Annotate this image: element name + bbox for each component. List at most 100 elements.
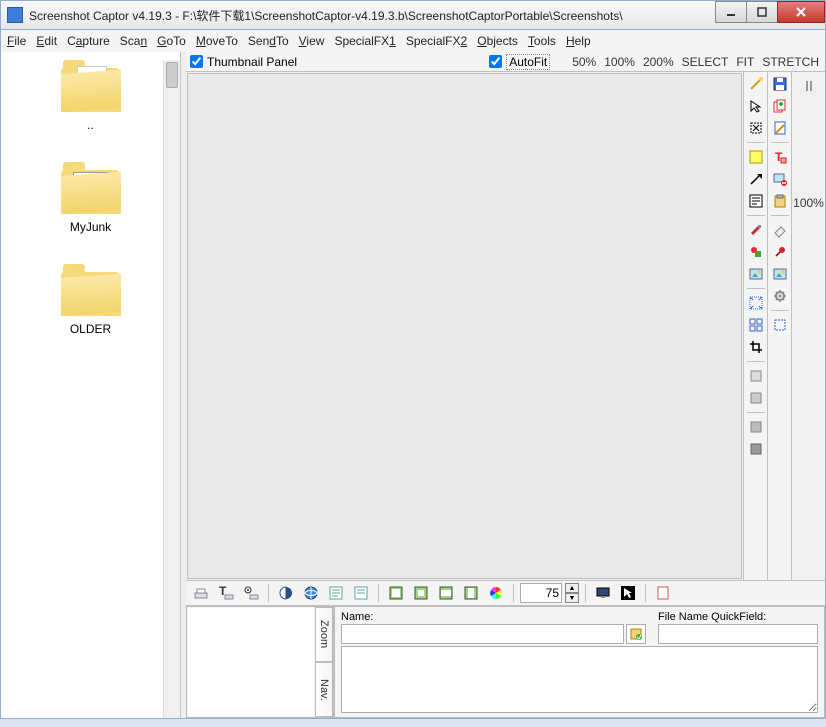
text-scan-icon[interactable]: T [215,582,237,604]
menu-help[interactable]: Help [566,34,591,48]
menu-objects[interactable]: Objects [477,34,518,48]
zoom-nav-preview[interactable] [188,608,314,716]
minimize-button[interactable] [715,1,747,23]
quickfield-input[interactable] [658,624,818,644]
right-area: Thumbnail Panel AutoFit 50% 100% 200% SE… [186,52,825,718]
image-icon[interactable] [746,264,766,284]
color-wheel-icon[interactable] [485,582,507,604]
folder-label: OLDER [70,322,111,336]
zoom-200[interactable]: 200% [643,55,674,69]
layer2-icon[interactable] [746,388,766,408]
contrast-icon[interactable] [275,582,297,604]
canvas-row: T 100% [186,72,825,580]
folder-icon [59,264,123,316]
copy-plus-icon[interactable] [770,96,790,116]
blank-doc-icon[interactable] [652,582,674,604]
menu-scan[interactable]: Scan [120,34,147,48]
doc-lines-icon[interactable] [325,582,347,604]
globe-icon[interactable] [300,582,322,604]
wand-icon[interactable] [746,74,766,94]
select-rect-icon[interactable] [746,118,766,138]
tab-nav[interactable]: Nav. [315,662,333,717]
menu-sfx1[interactable]: SpecialFX1 [334,34,395,48]
maximize-button[interactable] [746,1,778,23]
zoom-100[interactable]: 100% [604,55,635,69]
autofit-checkbox[interactable] [489,55,502,68]
menu-view[interactable]: View [299,34,325,48]
folder-label: MyJunk [70,220,111,234]
scroll-thumb[interactable] [166,62,178,88]
folder-icon [59,162,123,214]
thumbnail-bar: Thumbnail Panel AutoFit 50% 100% 200% SE… [186,52,825,72]
shapes-icon[interactable] [746,242,766,262]
zoom-nav-panel: Zoom Nav. [186,606,334,718]
name-input[interactable] [341,624,624,644]
folder-icon [59,60,123,112]
color-yellow-icon[interactable] [746,147,766,167]
spin-up[interactable]: ▲ [565,583,579,593]
scanner-icon[interactable] [190,582,212,604]
arrow-tool-icon[interactable] [746,169,766,189]
pin-icon[interactable] [770,242,790,262]
folder-item-myjunk[interactable]: MyJunk [1,162,180,234]
gear-icon[interactable] [770,286,790,306]
layer1-icon[interactable] [746,366,766,386]
name-rename-button[interactable] [626,624,646,644]
edit-doc-icon[interactable] [770,118,790,138]
canvas[interactable] [187,73,742,579]
toolbox-right-column: T [767,72,791,580]
window-title: Screenshot Captor v4.19.3 - F:\软件下载1\Scr… [29,7,716,24]
crop-icon[interactable] [746,337,766,357]
zoom-select[interactable]: SELECT [682,55,729,69]
zoom-percent-label: 100% [793,196,824,210]
layer4-icon[interactable] [746,439,766,459]
dashed-box-icon[interactable] [770,315,790,335]
cursor-bw-icon[interactable] [617,582,639,604]
menu-bar: File Edit Capture Scan GoTo MoveTo SendT… [0,30,826,52]
pointer-icon[interactable] [746,96,766,116]
clipboard-icon[interactable] [770,191,790,211]
spin-down[interactable]: ▼ [565,593,579,603]
doc-lines2-icon[interactable] [350,582,372,604]
target-scan-icon[interactable] [240,582,262,604]
text-red-icon[interactable]: T [770,147,790,167]
folder-item-older[interactable]: OLDER [1,264,180,336]
folder-item-up[interactable]: .. [1,60,180,132]
fit-screen-icon[interactable] [746,293,766,313]
title-bar: Screenshot Captor v4.19.3 - F:\软件下载1\Scr… [0,0,826,30]
opacity-input[interactable] [520,583,562,603]
brush-icon[interactable] [746,220,766,240]
grid-icon[interactable] [746,315,766,335]
menu-edit[interactable]: Edit [36,34,57,48]
frame4-icon[interactable] [460,582,482,604]
eraser-icon[interactable] [770,220,790,240]
image2-icon[interactable] [770,264,790,284]
thumbnail-panel-checkbox[interactable] [190,55,203,68]
menu-sendto[interactable]: SendTo [248,34,289,48]
quickfield-label: File Name QuickField: [658,611,818,623]
menu-tools[interactable]: Tools [528,34,556,48]
frame2-icon[interactable] [410,582,432,604]
sidebar-scrollbar[interactable] [163,60,180,718]
menu-goto[interactable]: GoTo [157,34,186,48]
save-icon[interactable] [770,74,790,94]
menu-file[interactable]: File [7,34,26,48]
folder-label: .. [87,118,94,132]
zoom-fit[interactable]: FIT [736,55,754,69]
notes-textarea[interactable] [341,646,818,713]
close-button[interactable] [777,1,825,23]
handle-icon[interactable] [799,76,819,96]
frame1-icon[interactable] [385,582,407,604]
menu-moveto[interactable]: MoveTo [196,34,238,48]
monitor-icon[interactable] [592,582,614,604]
tab-zoom[interactable]: Zoom [315,607,333,662]
menu-sfx2[interactable]: SpecialFX2 [406,34,467,48]
frame3-icon[interactable] [435,582,457,604]
image-delete-icon[interactable] [770,169,790,189]
zoom-stretch[interactable]: STRETCH [762,55,819,69]
layer3-icon[interactable] [746,417,766,437]
opacity-spinner[interactable]: ▲▼ [565,583,579,603]
menu-capture[interactable]: Capture [67,34,110,48]
zoom-50[interactable]: 50% [572,55,596,69]
text-box-icon[interactable] [746,191,766,211]
